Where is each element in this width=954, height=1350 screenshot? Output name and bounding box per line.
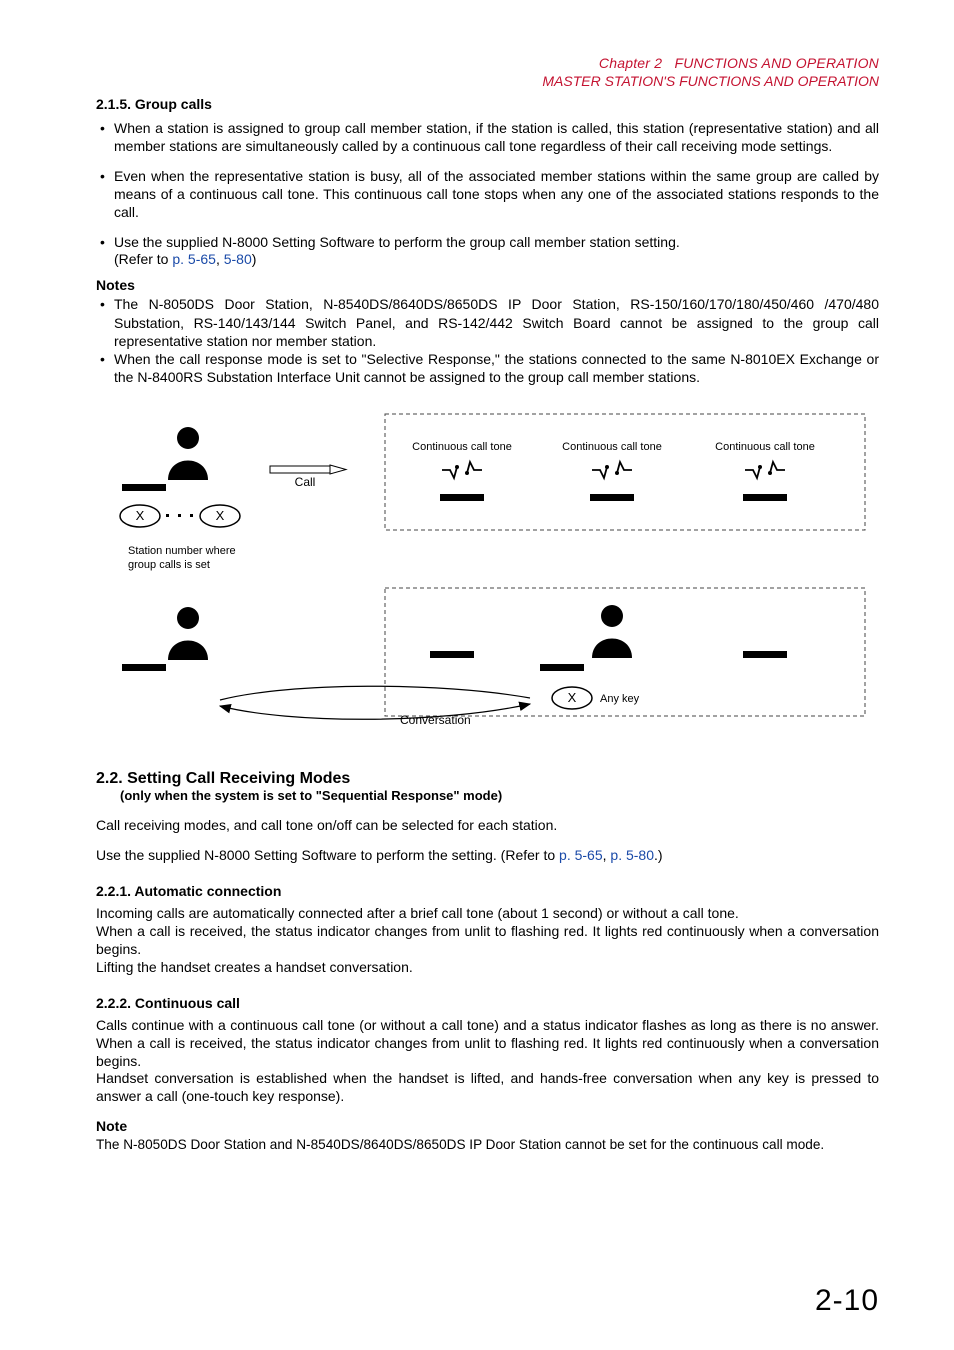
ref-suffix: .): [654, 847, 663, 863]
key-x-label: X: [568, 690, 577, 705]
paragraph: Call receiving modes, and call tone on/o…: [96, 817, 879, 835]
page-ref-link[interactable]: p. 5-65: [172, 251, 216, 267]
key-x-label: X: [216, 508, 225, 523]
paragraph: Use the supplied N-8000 Setting Software…: [96, 847, 879, 865]
call-label: Call: [295, 475, 316, 489]
continuous-tone-label: Continuous call tone: [715, 441, 815, 453]
paragraph: Calls continue with a continuous call to…: [96, 1017, 879, 1071]
chapter-label: Chapter 2: [599, 55, 662, 71]
page-ref-link[interactable]: p. 5-65: [559, 847, 603, 863]
anykey-label: Any key: [600, 693, 640, 705]
section-2-2-2-heading: 2.2.2. Continuous call: [96, 995, 879, 1011]
text: Use the supplied N-8000 Setting Software…: [96, 847, 559, 863]
paragraph: Handset conversation is established when…: [96, 1070, 879, 1106]
header-subtitle: MASTER STATION'S FUNCTIONS AND OPERATION: [96, 73, 879, 91]
station-caption: Station number where: [128, 545, 236, 557]
note-text: The N-8050DS Door Station and N-8540DS/8…: [96, 1136, 879, 1153]
ref-sep: ,: [216, 251, 224, 267]
section-2-1-5-heading: 2.1.5. Group calls: [96, 96, 879, 112]
note-item: The N-8050DS Door Station, N-8540DS/8640…: [96, 295, 879, 350]
bullet-item: Even when the representative station is …: [96, 168, 879, 222]
group-call-bullets: When a station is assigned to group call…: [96, 120, 879, 269]
section-2-2-1-heading: 2.2.1. Automatic connection: [96, 883, 879, 899]
conversation-label: Conversation: [400, 713, 471, 727]
continuous-tone-label: Continuous call tone: [412, 441, 512, 453]
bullet-item: When a station is assigned to group call…: [96, 120, 879, 156]
bullet-item: Use the supplied N-8000 Setting Software…: [96, 234, 879, 270]
station-caption: group calls is set: [128, 559, 210, 571]
page-ref-link[interactable]: 5-80: [224, 251, 252, 267]
bullet-text: Use the supplied N-8000 Setting Software…: [114, 234, 680, 250]
page-ref-link[interactable]: p. 5-80: [610, 847, 654, 863]
key-x-label: X: [136, 508, 145, 523]
paragraph: Lifting the handset creates a handset co…: [96, 959, 879, 977]
section-2-2-heading: 2.2. Setting Call Receiving Modes: [96, 770, 879, 788]
paragraph: When a call is received, the status indi…: [96, 923, 879, 959]
page-header: Chapter 2 FUNCTIONS AND OPERATION MASTER…: [96, 55, 879, 90]
group-call-diagram: Continuous call tone Continuous call ton…: [100, 406, 880, 756]
section-2-2-subheading: (only when the system is set to "Sequent…: [120, 788, 879, 803]
ref-suffix: ): [252, 251, 257, 267]
ref-prefix: (Refer to: [114, 251, 172, 267]
page-number: 2-10: [815, 1284, 879, 1318]
paragraph: Incoming calls are automatically connect…: [96, 905, 879, 923]
note-item: When the call response mode is set to "S…: [96, 350, 879, 386]
chapter-title: FUNCTIONS AND OPERATION: [675, 55, 880, 71]
notes-list: The N-8050DS Door Station, N-8540DS/8640…: [96, 295, 879, 386]
continuous-tone-label: Continuous call tone: [562, 441, 662, 453]
notes-heading: Notes: [96, 277, 879, 293]
note-heading: Note: [96, 1118, 879, 1134]
